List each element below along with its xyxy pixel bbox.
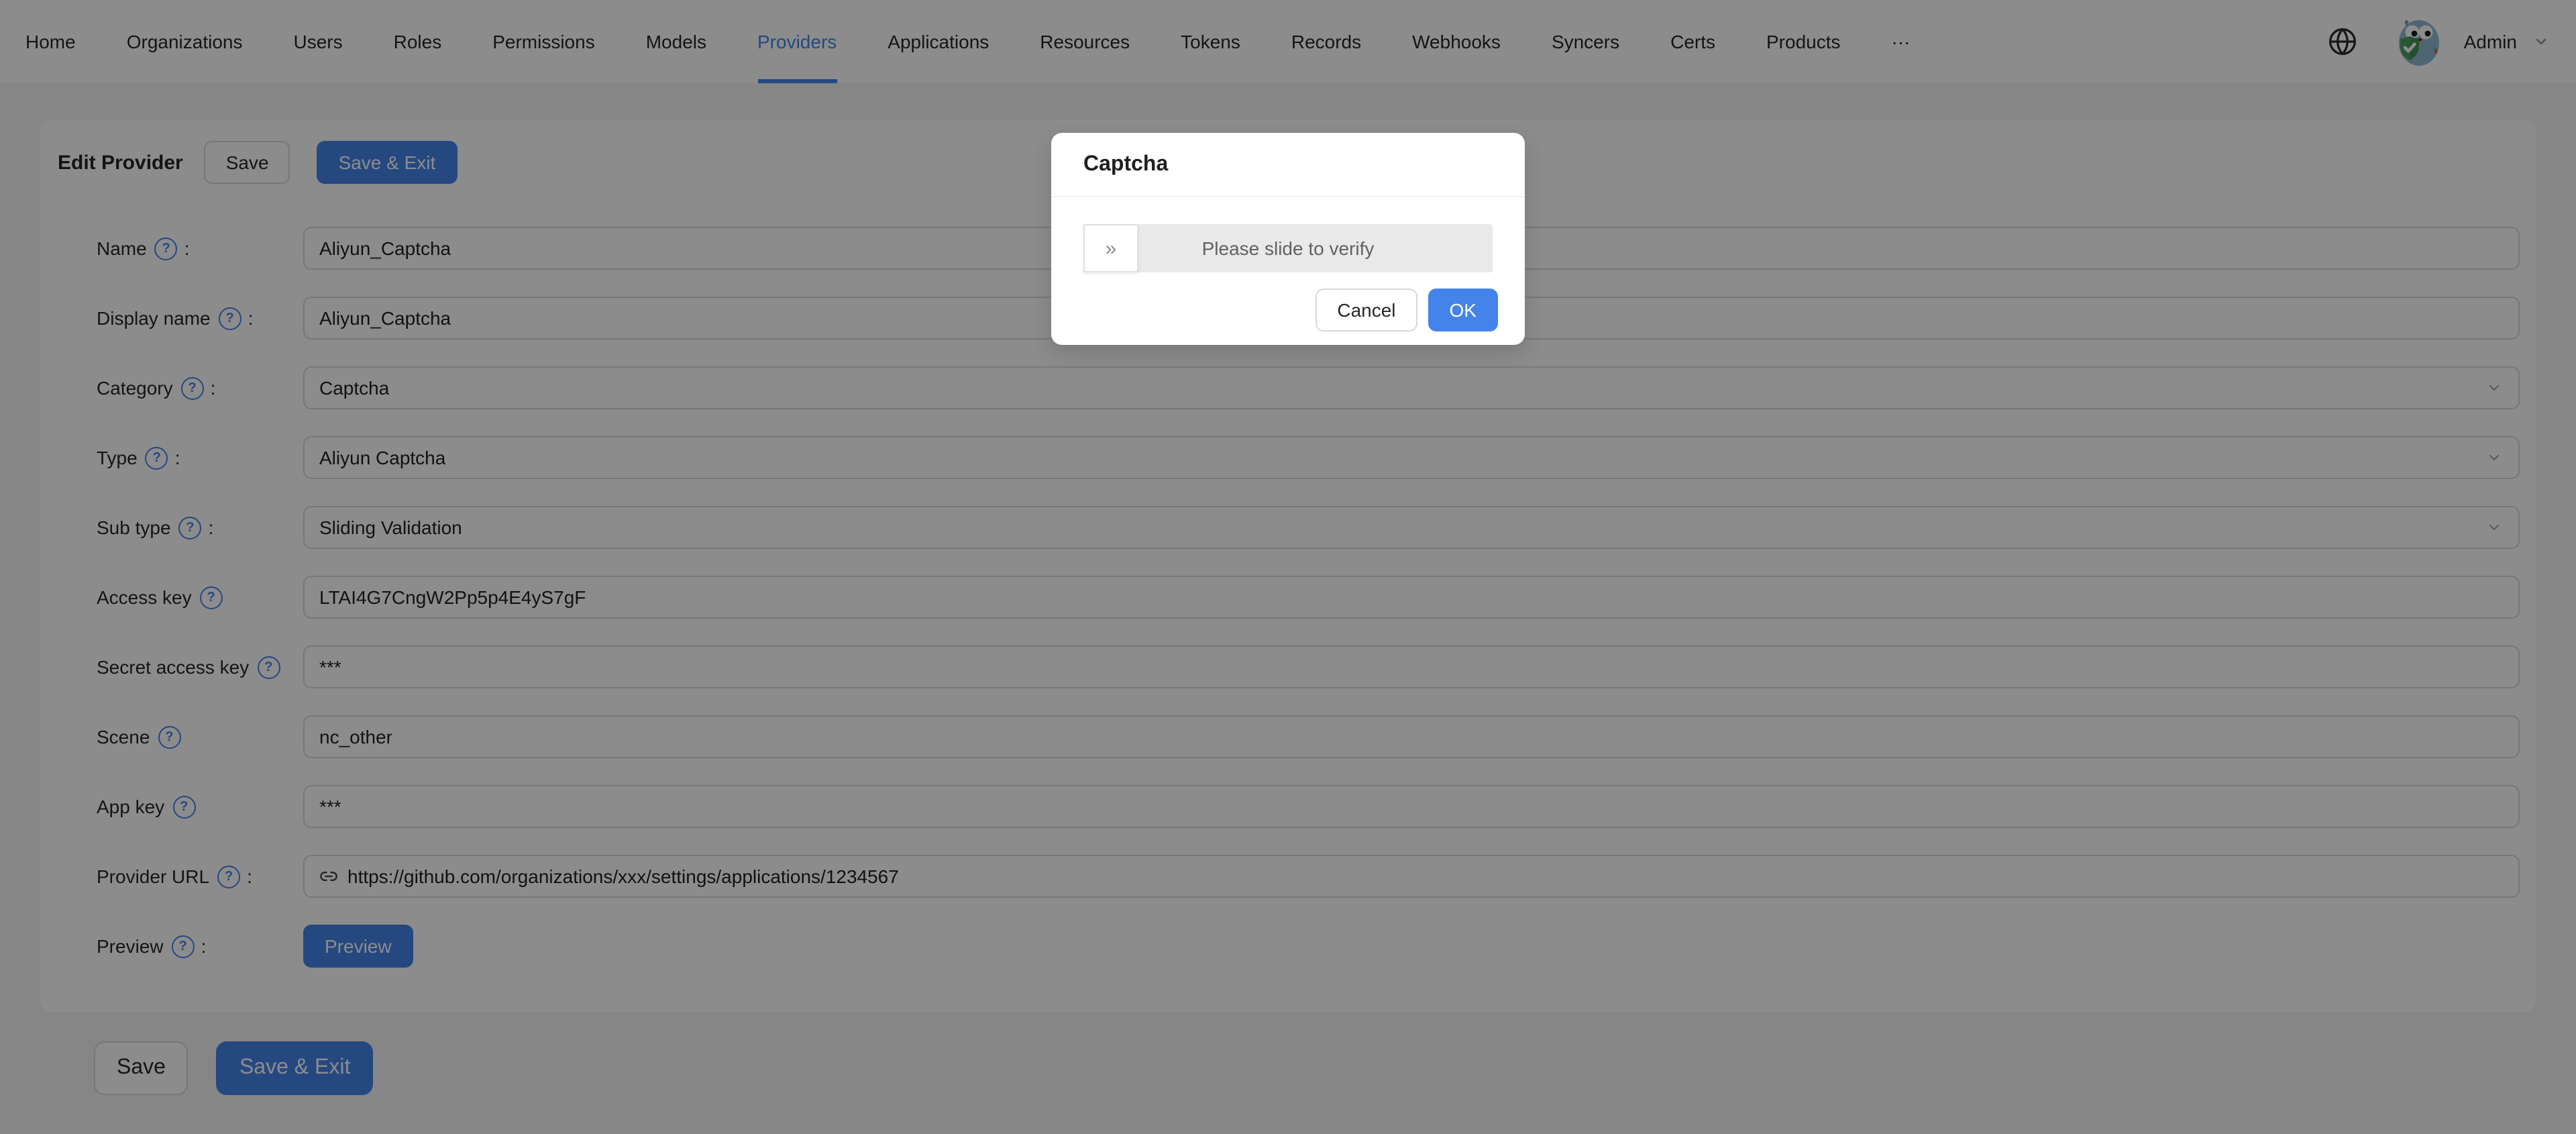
captcha-modal: Captcha Please slide to verify » Cancel … bbox=[1051, 133, 1525, 345]
double-chevron-right-icon: » bbox=[1106, 237, 1117, 260]
captcha-slider-track: Please slide to verify » bbox=[1083, 224, 1493, 272]
captcha-slider-text: Please slide to verify bbox=[1083, 224, 1493, 272]
modal-body: Please slide to verify » bbox=[1051, 197, 1525, 272]
modal-title: Captcha bbox=[1051, 133, 1525, 197]
captcha-slider-handle[interactable]: » bbox=[1083, 224, 1138, 272]
modal-footer: Cancel OK bbox=[1051, 272, 1525, 345]
cancel-button[interactable]: Cancel bbox=[1316, 289, 1417, 331]
app-root: HomeOrganizationsUsersRolesPermissionsMo… bbox=[0, 0, 2576, 1134]
ok-button[interactable]: OK bbox=[1428, 289, 1498, 331]
